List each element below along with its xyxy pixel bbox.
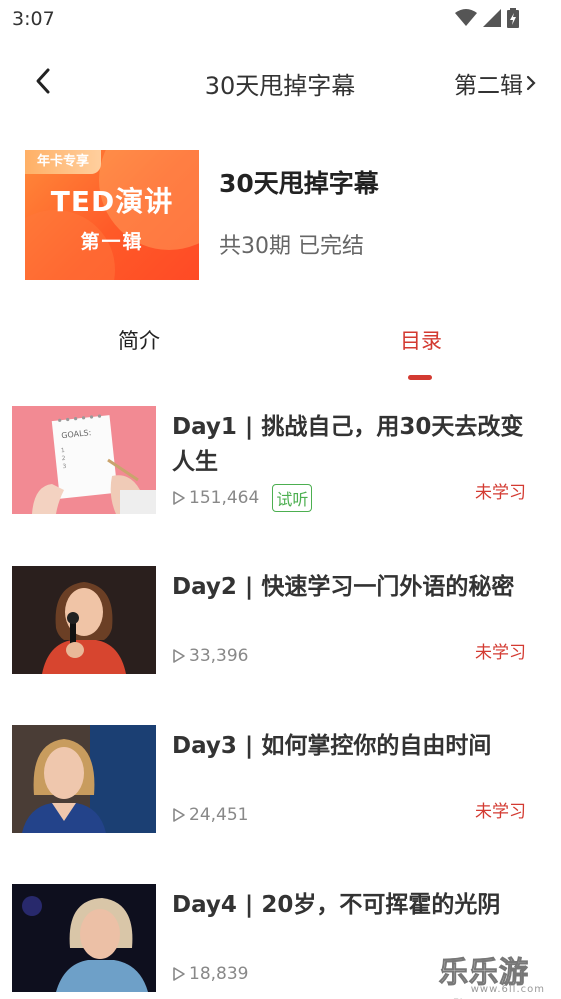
watermark: 乐乐游戏 www.6ll.com: [439, 949, 557, 999]
play-count-icon: [173, 967, 185, 981]
episode-plays: 24,451: [172, 805, 248, 825]
speaker-image: [12, 566, 156, 674]
episode-item-day2[interactable]: Day2 | 快速学习一门外语的秘密 33,396 未学习: [12, 566, 542, 676]
episode-item-day1[interactable]: GOALS: 1 2 3 Day1 | 挑战自己，用30天去改变人生 151,4…: [12, 406, 542, 516]
cover-title: TED演讲: [50, 185, 174, 218]
album-meta: 共30期 已完结: [219, 234, 364, 259]
episode-title: Day2 | 快速学习一门外语的秘密: [172, 574, 515, 600]
episode-title: Day1 | 挑战自己，用30天去改变人生: [172, 414, 524, 475]
play-count: 24,451: [189, 805, 249, 825]
cover-subtitle: 第一辑: [80, 231, 144, 253]
goals-notebook-image: GOALS: 1 2 3: [12, 406, 156, 514]
watermark-url: www.6ll.com: [470, 984, 545, 995]
page-title: 30天甩掉字幕: [204, 72, 356, 100]
battery-icon: [507, 8, 519, 28]
play-count: 33,396: [189, 646, 249, 666]
play-count-icon: [173, 491, 185, 505]
episode-plays: 33,396: [172, 646, 248, 666]
wifi-icon: [455, 9, 477, 26]
episode-thumbnail: GOALS: 1 2 3: [12, 406, 156, 514]
nav-bar: 30天甩掉字幕 第二辑: [0, 52, 561, 112]
tab-intro[interactable]: 简介: [118, 325, 160, 355]
study-status: 未学习: [475, 802, 526, 822]
tab-catalog[interactable]: 目录: [400, 325, 442, 355]
status-bar: 3:07: [0, 0, 561, 40]
next-volume-button[interactable]: 第二辑: [454, 66, 537, 100]
back-arrow-icon: [36, 68, 50, 94]
episode-item-day3[interactable]: Day3 | 如何掌控你的自由时间 24,451 未学习: [12, 725, 542, 835]
chevron-right-icon: [526, 75, 536, 91]
album-title: 30天甩掉字幕: [219, 169, 379, 198]
status-time: 3:07: [12, 8, 55, 30]
episode-title: Day4 | 20岁，不可挥霍的光阴: [172, 892, 501, 918]
next-volume-label: 第二辑: [454, 73, 523, 99]
signal-icon: [483, 9, 501, 27]
episode-title: Day3 | 如何掌控你的自由时间: [172, 733, 492, 759]
cover-badge: 年卡专享: [25, 150, 101, 174]
play-count: 18,839: [189, 964, 249, 984]
play-count-icon: [173, 649, 185, 663]
status-icons: [455, 8, 519, 28]
study-status: 未学习: [475, 643, 526, 663]
episode-thumbnail: [12, 725, 156, 833]
back-button[interactable]: [28, 64, 62, 98]
episode-plays: 151,464 试听: [172, 484, 313, 512]
speaker-image: [12, 725, 156, 833]
trial-badge: 试听: [272, 484, 313, 512]
album-cover: 年卡专享 TED演讲 第一辑: [25, 150, 199, 280]
tab-bar: 简介 目录: [0, 325, 561, 385]
episode-plays: 18,839: [172, 964, 248, 984]
play-count-icon: [173, 808, 185, 822]
play-count: 151,464: [189, 488, 260, 508]
speaker-image: [12, 884, 156, 992]
album-header: 年卡专享 TED演讲 第一辑 30天甩掉字幕 共30期 已完结: [25, 150, 545, 282]
study-status: 未学习: [475, 483, 526, 503]
episode-thumbnail: [12, 884, 156, 992]
episode-thumbnail: [12, 566, 156, 674]
active-tab-indicator: [408, 375, 432, 380]
